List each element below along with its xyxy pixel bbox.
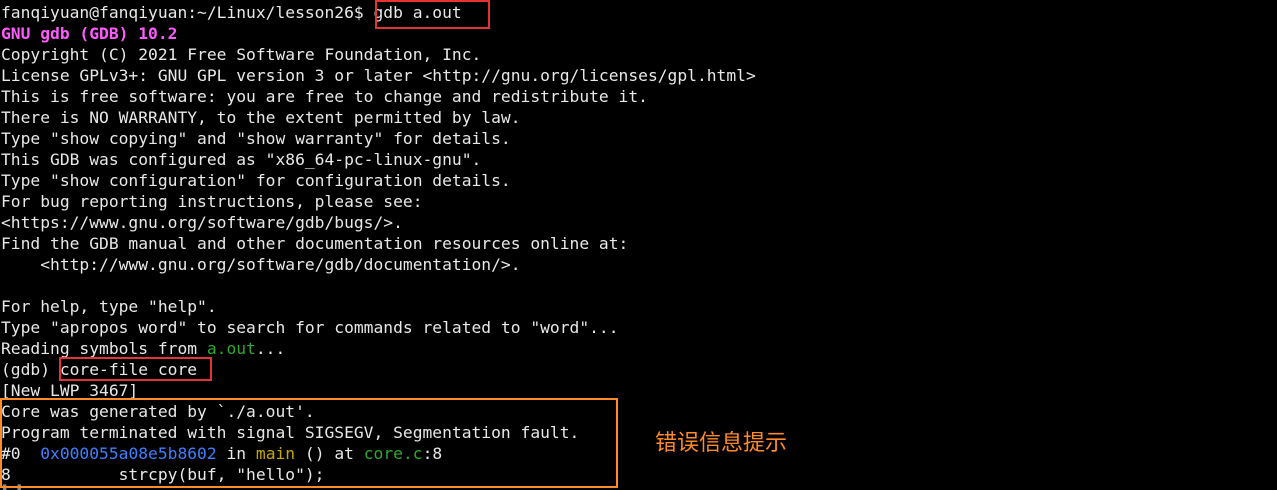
reading-suffix: ...: [255, 339, 286, 358]
output-line: Type "apropos word" to search for comman…: [1, 318, 619, 337]
error-info-highlight-box: [0, 398, 618, 488]
reading-prefix: Reading symbols from: [1, 339, 207, 358]
output-line: License GPLv3+: GNU GPL version 3 or lat…: [1, 66, 756, 85]
output-line: There is NO WARRANTY, to the extent perm…: [1, 108, 521, 127]
gdb-banner: GNU gdb (GDB) 10.2: [1, 24, 178, 43]
output-line: Copyright (C) 2021 Free Software Foundat…: [1, 45, 482, 64]
reading-file: a.out: [206, 339, 256, 358]
gdb-prompt: (gdb): [1, 360, 60, 379]
output-line: <https://www.gnu.org/software/gdb/bugs/>…: [1, 213, 403, 232]
output-line: For bug reporting instructions, please s…: [1, 192, 423, 211]
output-line: For help, type "help".: [1, 297, 217, 316]
output-line: Find the GDB manual and other documentat…: [1, 234, 629, 253]
output-line: <http://www.gnu.org/software/gdb/documen…: [1, 255, 521, 274]
terminal-window[interactable]: fanqiyuan@fanqiyuan:~/Linux/lesson26$ gd…: [0, 0, 1277, 490]
output-line: Type "show configuration" for configurat…: [1, 171, 511, 190]
error-info-annotation: 错误信息提示: [655, 431, 788, 456]
reading-symbols-line: Reading symbols from a.out...: [1, 338, 285, 359]
gdb-command-highlight-box: [375, 0, 490, 29]
core-file-command-highlight-box: [59, 357, 212, 381]
output-line: Type "show copying" and "show warranty" …: [1, 129, 511, 148]
output-line: This is free software: you are free to c…: [1, 87, 648, 106]
output-line: This GDB was configured as "x86_64-pc-li…: [1, 150, 482, 169]
shell-prompt: fanqiyuan@fanqiyuan:~/Linux/lesson26$: [1, 3, 374, 22]
